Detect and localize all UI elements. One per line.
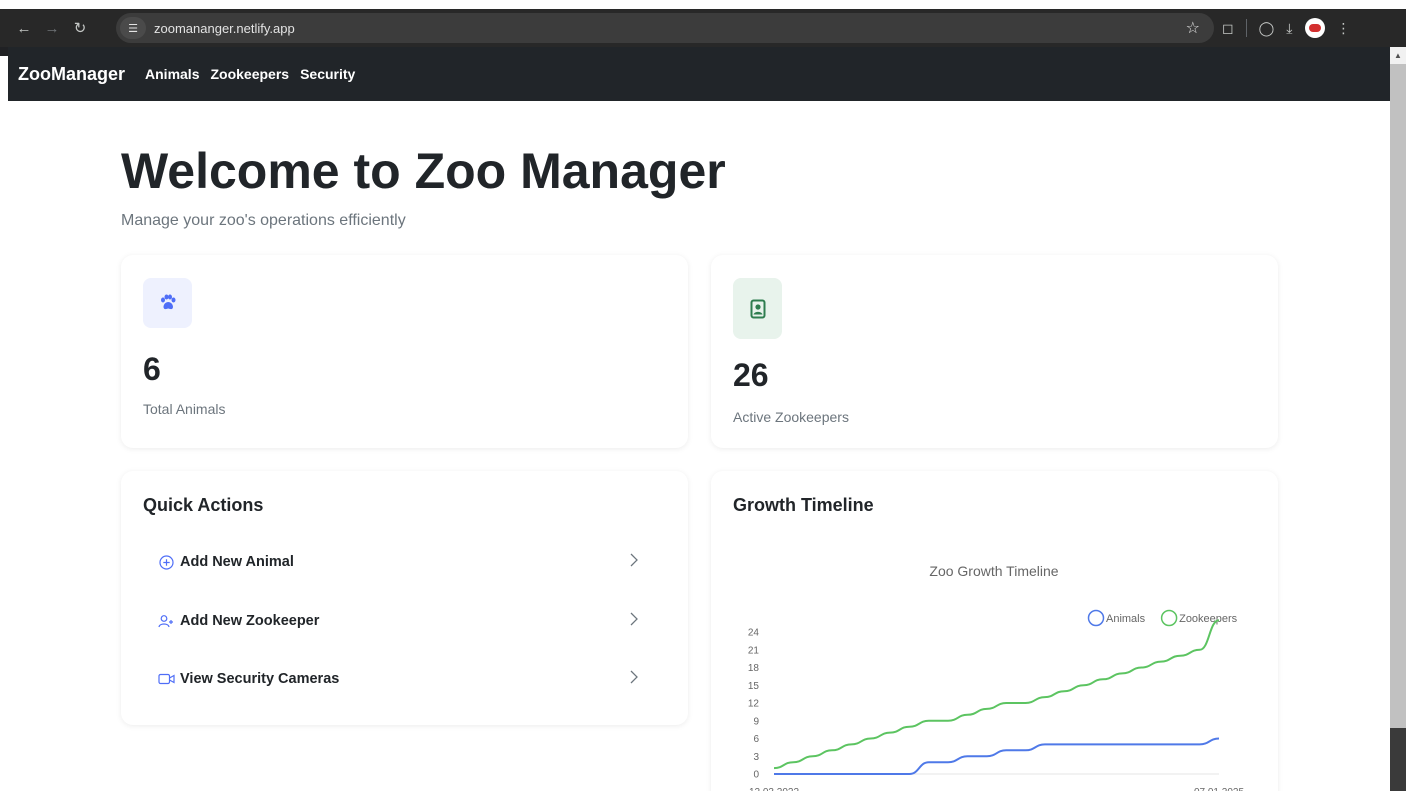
stat-value-animals: 6	[143, 351, 161, 387]
chevron-right-icon	[629, 611, 639, 632]
bookmark-star-icon[interactable]: ☆	[1186, 18, 1200, 38]
add-animal-label: Add New Animal	[180, 554, 294, 570]
camera-icon	[155, 673, 177, 685]
nav-link-animals[interactable]: Animals	[145, 66, 199, 82]
x-tick-label-last: 07.01.2025	[1194, 787, 1244, 791]
nav-link-zookeepers[interactable]: Zookeepers	[210, 66, 289, 82]
growth-timeline-card: Growth Timeline Zoo Growth Timeline 0 3 6 9 1…	[711, 471, 1278, 791]
toolbar-divider	[1245, 19, 1247, 37]
stat-label-animals: Total Animals	[143, 401, 226, 417]
add-animal-button[interactable]: Add New Animal	[137, 542, 657, 582]
browser-toolbar: ← → ↻ ☰ zoomananger.netlify.app ☆ ◻ ◯ ⤓ …	[0, 9, 1406, 47]
view-security-cameras-button[interactable]: View Security Cameras	[137, 659, 657, 699]
scroll-up-icon[interactable]: ▲	[1390, 47, 1406, 64]
plus-circle-icon	[155, 554, 177, 570]
legend-marker-animals	[1087, 609, 1105, 627]
quick-actions-card: Quick Actions Add New Animal Add New Zoo…	[121, 471, 688, 725]
forward-icon[interactable]: →	[38, 14, 66, 42]
user-plus-icon	[155, 614, 177, 628]
download-icon[interactable]: ⤓	[1286, 20, 1292, 37]
stat-value-zookeepers: 26	[733, 357, 769, 393]
stat-card-animals: 6 Total Animals	[121, 255, 688, 448]
app-navbar: ZooManager Animals Zookeepers Security	[8, 47, 1390, 101]
stat-card-zookeepers: 26 Active Zookeepers	[711, 255, 1278, 448]
chevron-right-icon	[629, 669, 639, 690]
view-security-label: View Security Cameras	[180, 671, 340, 687]
add-zookeeper-label: Add New Zookeeper	[180, 613, 320, 629]
reload-icon[interactable]: ↻	[66, 14, 94, 42]
chevron-right-icon	[629, 552, 639, 573]
page-subtitle: Manage your zoo's operations efficiently	[121, 212, 406, 229]
y-tick-label: 12	[748, 699, 760, 710]
browser-actions: ◻ ◯ ⤓ ⋮	[1222, 9, 1351, 47]
y-tick-label: 9	[753, 716, 759, 727]
quick-actions-title: Quick Actions	[143, 495, 264, 515]
y-tick-label: 15	[748, 681, 760, 692]
url-text: zoomananger.netlify.app	[154, 20, 295, 36]
site-info-icon[interactable]: ☰	[120, 17, 146, 39]
menu-kebab-icon[interactable]: ⋮	[1337, 20, 1351, 37]
legend-marker-zookeepers	[1160, 609, 1178, 627]
extension-icon[interactable]: ◯	[1259, 20, 1275, 37]
series-line-animals	[774, 737, 1220, 775]
legend-label-zookeepers: Zookeepers	[1179, 613, 1238, 625]
nav-link-security[interactable]: Security	[300, 66, 355, 82]
legend-label-animals: Animals	[1106, 613, 1146, 625]
y-tick-label: 18	[748, 663, 760, 674]
series-line-zookeepers	[773, 619, 1220, 770]
scrollbar-thumb[interactable]	[1390, 64, 1406, 728]
add-zookeeper-button[interactable]: Add New Zookeeper	[137, 601, 657, 641]
profile-avatar[interactable]	[1304, 18, 1325, 38]
address-bar[interactable]: ☰ zoomananger.netlify.app ☆	[116, 13, 1214, 43]
y-tick-label: 3	[753, 752, 759, 763]
brand-logo[interactable]: ZooManager	[18, 64, 125, 85]
paw-icon	[143, 278, 192, 328]
x-tick-label-first: 12.03.2022	[749, 787, 799, 791]
id-badge-icon	[733, 278, 782, 339]
chart-title: Zoo Growth Timeline	[929, 563, 1058, 579]
y-tick-label: 6	[753, 734, 759, 745]
page-title: Welcome to Zoo Manager	[121, 143, 726, 199]
back-icon[interactable]: ←	[10, 14, 38, 42]
growth-chart: Zoo Growth Timeline 0 3 6 9 12 15 18 21 24 12.03.2…	[748, 563, 1245, 791]
stat-label-zookeepers: Active Zookeepers	[733, 409, 849, 425]
y-tick-label: 21	[748, 645, 760, 656]
y-tick-label: 0	[753, 770, 759, 781]
window-top-edge	[0, 0, 1406, 9]
scrollbar-track-end	[1390, 728, 1406, 791]
y-tick-label: 24	[748, 628, 760, 639]
extensions-icon[interactable]: ◻	[1222, 20, 1234, 37]
